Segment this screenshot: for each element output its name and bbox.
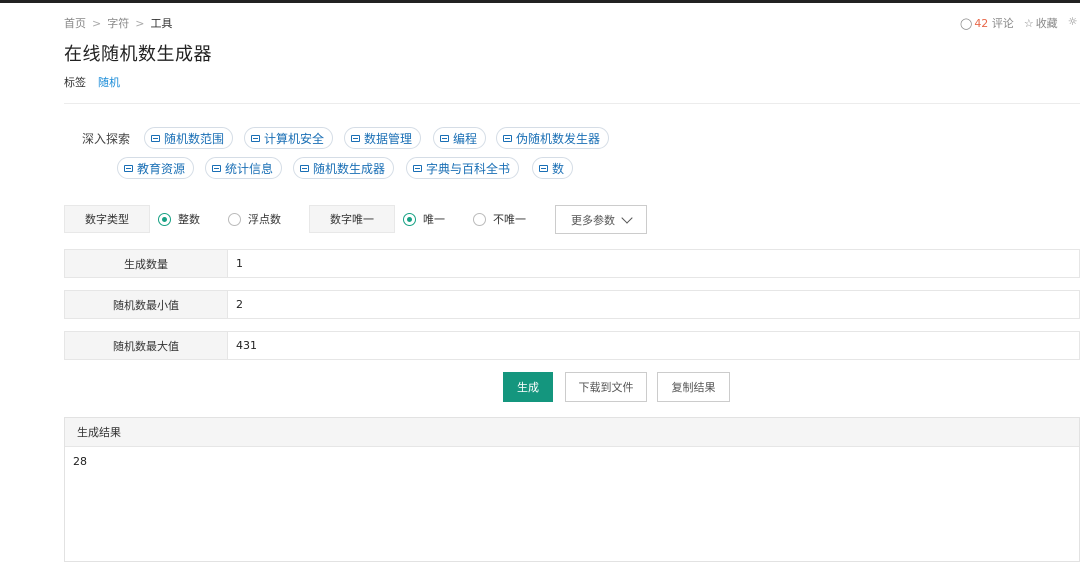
result-panel: 生成结果 28 [64,417,1080,562]
document-icon [539,164,548,172]
explore-chip[interactable]: 教育资源 [117,157,195,179]
chip-label: 数据管理 [364,131,413,146]
explore-chip[interactable]: 数据管理 [344,127,422,149]
explore-chip[interactable]: 计算机安全 [244,127,334,149]
result-output[interactable]: 28 [65,447,1079,476]
document-icon [351,134,360,142]
radio-float[interactable]: 浮点数 [228,211,281,227]
radio-circle [473,212,486,226]
explore-chip[interactable]: 字典与百科全书 [406,157,520,179]
breadcrumb-separator: > [135,16,145,30]
radio-circle [403,212,416,226]
field-label: 随机数最小值 [65,291,228,318]
document-icon [300,164,309,172]
top-actions: ◯ 42 评论 ☆ 收藏 ☼ [960,15,1078,31]
count-input[interactable]: 1 [228,250,1079,277]
document-icon [503,134,512,142]
explore-chip[interactable]: 随机数范围 [144,127,234,149]
tag-link[interactable]: 随机 [98,74,120,90]
chip-label: 伪随机数发生器 [516,131,601,146]
document-icon [440,134,449,142]
radio-label: 整数 [178,213,200,226]
number-type-label: 数字类型 [64,205,150,233]
document-icon [124,164,133,172]
explore-chip[interactable]: 随机数生成器 [293,157,395,179]
chip-label: 教育资源 [137,161,186,176]
favorite-button[interactable]: ☆ 收藏 [1024,15,1058,31]
tags-label: 标签 [64,76,86,89]
comment-label: 评论 [991,17,1014,30]
breadcrumb-tools[interactable]: 工具 [150,15,172,31]
breadcrumb: 首页 > 字符 > 工具 [64,15,172,31]
comment-icon: ◯ [960,17,973,30]
document-icon [251,134,260,142]
chevron-down-icon [621,211,633,224]
copy-button[interactable]: 复制结果 [657,372,730,402]
explore-chip[interactable]: 编程 [433,127,487,149]
star-icon: ☆ [1023,17,1034,30]
chip-label: 字典与百科全书 [426,161,511,176]
explore-chip[interactable]: 伪随机数发生器 [496,127,610,149]
chip-label: 计算机安全 [264,131,325,146]
min-input[interactable]: 2 [228,291,1079,318]
radio-label: 唯一 [423,213,445,226]
chip-label: 统计信息 [225,161,274,176]
more-params-button[interactable]: 更多参数 [555,205,647,234]
unique-label: 数字唯一 [309,205,395,233]
radio-label: 不唯一 [493,213,526,226]
breadcrumb-separator: > [92,16,102,30]
radio-circle [228,212,241,226]
top-border [0,0,1080,3]
radio-integer[interactable]: 整数 [158,211,200,227]
divider [64,103,1080,104]
field-label: 生成数量 [65,250,228,277]
chip-label: 随机数生成器 [313,161,386,176]
explore-chip[interactable]: 统计信息 [205,157,283,179]
page-title: 在线随机数生成器 [64,44,212,65]
field-min: 随机数最小值 2 [64,290,1080,319]
radio-circle [158,212,171,226]
explore-label: 深入探索 [82,132,131,146]
comment-count: 42 [974,17,989,30]
radio-unique[interactable]: 唯一 [403,211,445,227]
field-label: 随机数最大值 [65,332,228,359]
more-params-label: 更多参数 [571,213,615,227]
breadcrumb-home[interactable]: 首页 [64,15,86,31]
chip-label: 数 [552,161,565,176]
document-icon [413,164,422,172]
generate-button[interactable]: 生成 [503,372,553,402]
share-icon[interactable]: ☼ [1068,15,1078,31]
chip-label: 编程 [453,131,478,146]
download-button[interactable]: 下载到文件 [565,372,647,402]
breadcrumb-chars[interactable]: 字符 [107,15,129,31]
chip-label: 随机数范围 [164,131,225,146]
tag-row: 标签 随机 [64,74,120,90]
radio-not-unique[interactable]: 不唯一 [473,211,526,227]
comment-link[interactable]: ◯ 42 评论 [960,15,1014,31]
radio-label: 浮点数 [248,213,281,226]
max-input[interactable]: 431 [228,332,1079,359]
document-icon [212,164,221,172]
result-title: 生成结果 [65,418,1079,447]
field-max: 随机数最大值 431 [64,331,1080,360]
document-icon [151,134,160,142]
field-count: 生成数量 1 [64,249,1080,278]
favorite-label: 收藏 [1035,17,1058,30]
explore-chip[interactable]: 数 [532,157,574,179]
